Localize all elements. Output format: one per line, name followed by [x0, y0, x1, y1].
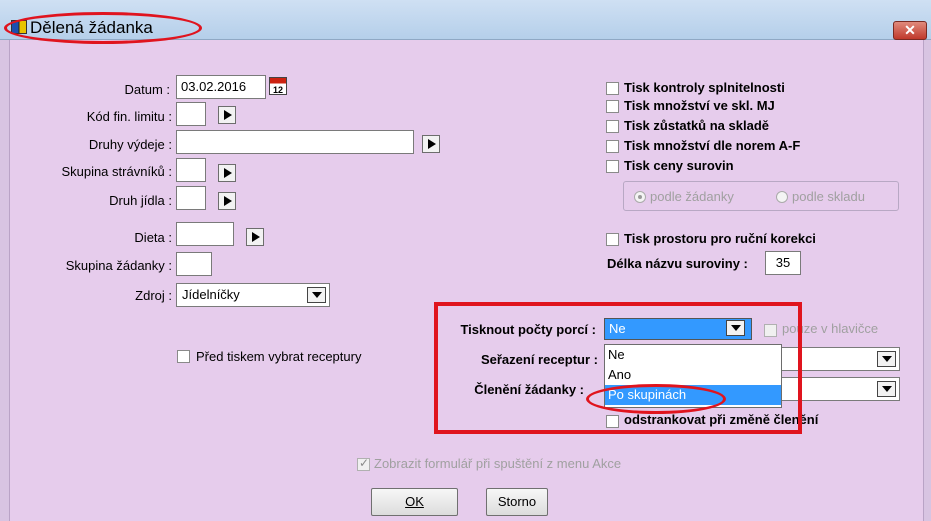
skupina-stravniku-arrow-icon[interactable] — [218, 164, 236, 182]
skupina-stravniku-input[interactable] — [176, 158, 206, 182]
ok-button[interactable]: OK — [371, 488, 458, 516]
tisk-mnozstvi-skl-checkbox[interactable] — [606, 100, 619, 113]
tisk-zustatku-checkbox[interactable] — [606, 120, 619, 133]
kod-fin-limitu-label: Kód fin. limitu : — [86, 109, 172, 124]
dieta-label: Dieta : — [134, 230, 172, 245]
tisk-ceny-label: Tisk ceny surovin — [624, 158, 734, 173]
tisk-mnozstvi-skl-label: Tisk množství ve skl. MJ — [624, 98, 775, 113]
dieta-arrow-icon[interactable] — [246, 228, 264, 246]
delka-label: Délka názvu suroviny : — [607, 256, 748, 271]
storno-button-label: Storno — [497, 494, 537, 509]
highlight-rectangle — [434, 302, 802, 434]
druhy-vydeje-label: Druhy výdeje : — [88, 137, 172, 152]
chevron-down-icon[interactable] — [307, 287, 326, 303]
tisk-kontroly-checkbox[interactable] — [606, 82, 619, 95]
datum-input[interactable]: 03.02.2016 — [176, 75, 266, 99]
calendar-icon[interactable]: 12 — [269, 77, 287, 95]
radio-podle-skladu[interactable] — [776, 191, 788, 203]
zdroj-select[interactable]: Jídelníčky — [176, 283, 330, 307]
druhy-vydeje-input[interactable] — [176, 130, 414, 154]
tisk-mnozstvi-norem-checkbox[interactable] — [606, 140, 619, 153]
druh-jidla-arrow-icon[interactable] — [218, 192, 236, 210]
druh-jidla-label: Druh jídla : — [109, 193, 172, 208]
tisk-prostoru-label: Tisk prostoru pro ruční korekci — [624, 231, 816, 246]
kod-fin-limitu-arrow-icon[interactable] — [218, 106, 236, 124]
tisk-mnozstvi-norem-label: Tisk množství dle norem A-F — [624, 138, 801, 153]
close-button[interactable]: ✕ — [893, 21, 927, 40]
storno-button[interactable]: Storno — [486, 488, 548, 516]
highlight-ellipse — [586, 384, 726, 414]
podle-skladu-label: podle skladu — [792, 189, 865, 204]
ok-button-label: OK — [405, 494, 424, 509]
zdroj-value: Jídelníčky — [182, 287, 240, 302]
delka-input[interactable]: 35 — [765, 251, 801, 275]
datum-label: Datum : — [124, 82, 170, 97]
skupina-stravniku-label: Skupina strávníků : — [61, 164, 172, 179]
zobrazit-checkbox[interactable] — [357, 456, 370, 471]
podle-zadanky-label: podle žádanky — [650, 189, 734, 204]
chevron-down-icon[interactable] — [877, 351, 896, 367]
title-highlight-ellipse — [4, 12, 202, 44]
pred-tiskem-label: Před tiskem vybrat receptury — [196, 349, 362, 364]
skupina-zadanky-label: Skupina žádanky : — [65, 258, 172, 273]
zobrazit-label: Zobrazit formulář při spuštění z menu Ak… — [374, 456, 622, 471]
title-bar: Dělená žádanka ✕ — [0, 0, 931, 44]
chevron-down-icon[interactable] — [877, 381, 896, 397]
window-frame-right — [923, 40, 931, 521]
tisk-prostoru-checkbox[interactable] — [606, 233, 619, 246]
zdroj-label: Zdroj : — [135, 288, 172, 303]
tisk-kontroly-label: Tisk kontroly splnitelnosti — [624, 80, 785, 95]
window-frame-left — [0, 40, 10, 521]
dieta-input[interactable] — [176, 222, 234, 246]
tisk-ceny-checkbox[interactable] — [606, 160, 619, 173]
kod-fin-limitu-input[interactable] — [176, 102, 206, 126]
druh-jidla-input[interactable] — [176, 186, 206, 210]
pred-tiskem-checkbox[interactable] — [177, 350, 190, 363]
tisk-zustatku-label: Tisk zůstatků na skladě — [624, 118, 769, 133]
radio-podle-zadanky[interactable] — [634, 191, 646, 203]
skupina-zadanky-input[interactable] — [176, 252, 212, 276]
druhy-vydeje-arrow-icon[interactable] — [422, 135, 440, 153]
